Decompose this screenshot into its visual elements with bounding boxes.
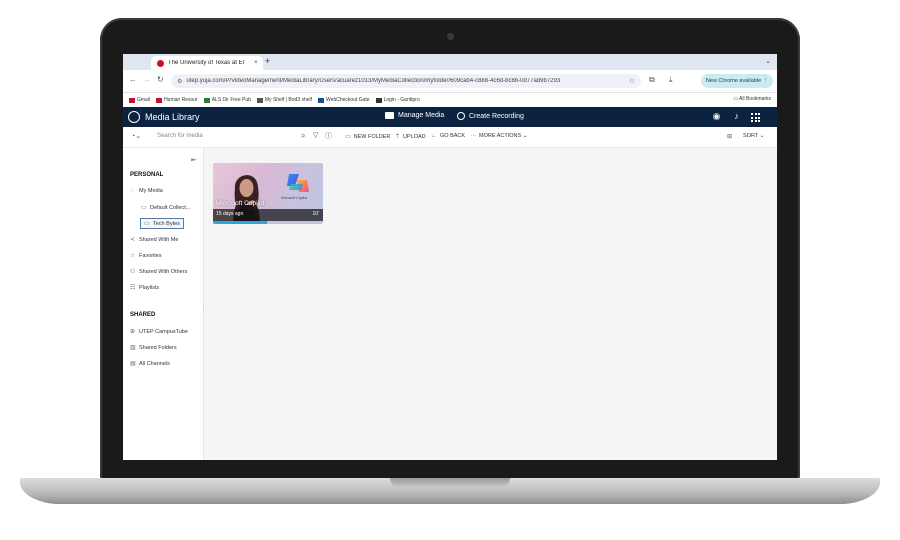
select-dropdown-icon[interactable]: ◔⌄: [131, 132, 141, 140]
more-actions-button[interactable]: ∙∙∙ MORE ACTIONS ⌄: [471, 133, 527, 139]
sidebar-item-my-media[interactable]: ◌ My Media: [130, 188, 163, 194]
folder-icon: ▭: [141, 205, 147, 211]
sidebar-item-shared-folders[interactable]: ▥ Shared Folders: [130, 344, 177, 352]
apps-grid-icon[interactable]: [751, 113, 762, 124]
gmail-icon: [129, 97, 135, 103]
copilot-logo-label: Microsoft Copilot: [281, 196, 308, 200]
media-grid: Microsoft Copilot Microsoft Copilot 15 d…: [204, 148, 777, 460]
sidebar-item-all-channels[interactable]: ▤ All Channels: [130, 360, 170, 368]
channel-icon: ▤: [130, 361, 136, 367]
url-bar[interactable]: ⚙ utep.yuja.com/P/VideoManagement/MediaL…: [171, 74, 641, 88]
sidebar-item-favorites[interactable]: ☆ Favorites: [130, 252, 162, 260]
forward-arrow-icon[interactable]: →: [143, 75, 151, 84]
bookmarks-bar: Gmail Human Resour ALS Dir Free Pub My S…: [123, 93, 777, 107]
go-back-button[interactable]: ← GO BACK: [431, 133, 465, 139]
media-card-footer: 15 days ago 10': [213, 209, 323, 221]
bookmark-favicon-icon: [156, 97, 163, 103]
building-icon: ▥: [130, 345, 136, 351]
search-icon[interactable]: ⌕: [301, 131, 305, 141]
folder-icon: ▭: [345, 134, 351, 140]
manage-media-button[interactable]: Manage Media: [385, 112, 444, 119]
download-icon[interactable]: ⤓: [669, 75, 673, 85]
laptop-notch: [390, 478, 510, 487]
new-tab-button[interactable]: +: [265, 56, 270, 66]
update-label: New Chrome available: [705, 78, 762, 84]
url-text: utep.yuja.com/P/VideoManagement/MediaLib…: [186, 78, 561, 84]
personal-heading: PERSONAL: [130, 172, 164, 178]
back-icon: ←: [431, 133, 437, 139]
laptop-screen: The University of Texas at El × + ⌄ ← → …: [123, 54, 777, 460]
tab-close-icon[interactable]: ×: [254, 60, 263, 66]
browser-address-row: ← → ↻ ⚙ utep.yuja.com/P/VideoManagement/…: [123, 70, 777, 93]
media-card[interactable]: Microsoft Copilot Microsoft Copilot 15 d…: [213, 163, 323, 224]
reload-icon[interactable]: ↻: [157, 75, 164, 84]
info-icon[interactable]: ⓘ: [325, 131, 332, 141]
shared-heading: SHARED: [130, 312, 156, 318]
filter-icon[interactable]: ▽: [313, 131, 318, 139]
bookmark-item[interactable]: My Shelf | Bod3 shelf: [256, 97, 312, 103]
extension-icon[interactable]: ⧉: [649, 75, 655, 85]
bookmark-item[interactable]: Gmail: [129, 97, 150, 103]
playlist-icon: ☷: [130, 285, 136, 291]
copilot-logo-icon: [287, 174, 309, 192]
media-toolbar: ◔⌄ Search for media ⌕ ▽ ⓘ ▭ NEW FOLDER ⇡ U…: [123, 127, 777, 148]
create-recording-button[interactable]: Create Recording: [457, 112, 524, 120]
bookmark-favicon-icon: [375, 97, 382, 103]
tab-title: The University of Texas at El: [168, 60, 244, 66]
bookmark-favicon-icon: [318, 97, 325, 103]
browser-tab[interactable]: The University of Texas at El ×: [151, 56, 263, 70]
bell-icon[interactable]: ♪: [731, 111, 742, 122]
app-title: Media Library: [145, 112, 200, 122]
upload-icon: ⇡: [395, 134, 401, 140]
collapse-sidebar-icon[interactable]: ⇤: [191, 156, 197, 164]
bookmark-item[interactable]: Login - Ganttpro: [375, 97, 420, 103]
webcam-icon: [447, 33, 454, 40]
folder-icon: [385, 112, 394, 119]
more-icon: ∙∙∙: [471, 133, 477, 139]
bookmark-item[interactable]: Human Resour: [156, 97, 198, 103]
bookmark-favicon-icon: [256, 97, 263, 103]
view-toggle-icon[interactable]: ⊞: [727, 133, 735, 140]
media-date: 15 days ago: [216, 211, 244, 217]
share-icon: ≺: [130, 237, 136, 243]
search-input[interactable]: Search for media: [157, 133, 203, 139]
sidebar-item-default-collection[interactable]: ▭ Default Collect...: [141, 204, 190, 212]
all-bookmarks-button[interactable]: ▭ All Bookmarks: [733, 96, 771, 102]
folder-icon: ◌: [130, 188, 134, 194]
chrome-update-button[interactable]: New Chrome available ⋮: [701, 74, 773, 88]
site-info-icon[interactable]: ⚙: [177, 78, 182, 85]
tab-search-icon[interactable]: ⌄: [765, 57, 771, 65]
yuja-logo-icon[interactable]: [128, 111, 140, 123]
sidebar-item-campustube[interactable]: ⊕ UTEP CampusTube: [130, 328, 188, 336]
sort-button[interactable]: SORT ⌄: [743, 133, 764, 139]
app-header: Media Library Manage Media Create Record…: [123, 107, 777, 127]
bookmark-favicon-icon: [203, 97, 210, 103]
bookmark-item[interactable]: WebCheckout Gate: [318, 97, 370, 103]
sidebar-item-shared-with-me[interactable]: ≺ Shared With Me: [130, 236, 178, 244]
upload-button[interactable]: ⇡ UPLOAD: [395, 133, 426, 141]
folder-icon: ▭: [733, 96, 738, 102]
user-avatar-icon[interactable]: ◉: [711, 111, 722, 122]
folder-icon: ▭: [144, 221, 150, 227]
back-arrow-icon[interactable]: ←: [129, 75, 137, 84]
sidebar-item-tech-bytes[interactable]: ▭ Tech Bytes: [140, 218, 184, 229]
sidebar: ⇤ PERSONAL ◌ My Media ▭ Default Collect...…: [123, 148, 207, 460]
bookmark-star-icon[interactable]: ☆: [629, 77, 635, 85]
media-title[interactable]: Microsoft Copilot: [216, 200, 264, 207]
sidebar-item-playlists[interactable]: ☷ Playlists: [130, 284, 159, 292]
utep-favicon-icon: [157, 59, 164, 67]
users-icon: ⚇: [130, 269, 136, 275]
sidebar-item-shared-with-others[interactable]: ⚇ Shared With Others: [130, 268, 187, 276]
new-folder-button[interactable]: ▭ NEW FOLDER: [345, 133, 390, 141]
watch-progress-bar: [213, 221, 267, 224]
record-icon: [457, 112, 465, 120]
globe-icon: ⊕: [130, 329, 136, 335]
media-duration: 10': [312, 211, 319, 217]
browser-tab-strip: The University of Texas at El × + ⌄: [123, 54, 777, 70]
bookmark-item[interactable]: ALS Dir Free Pub: [203, 97, 251, 103]
star-icon: ☆: [130, 253, 136, 259]
